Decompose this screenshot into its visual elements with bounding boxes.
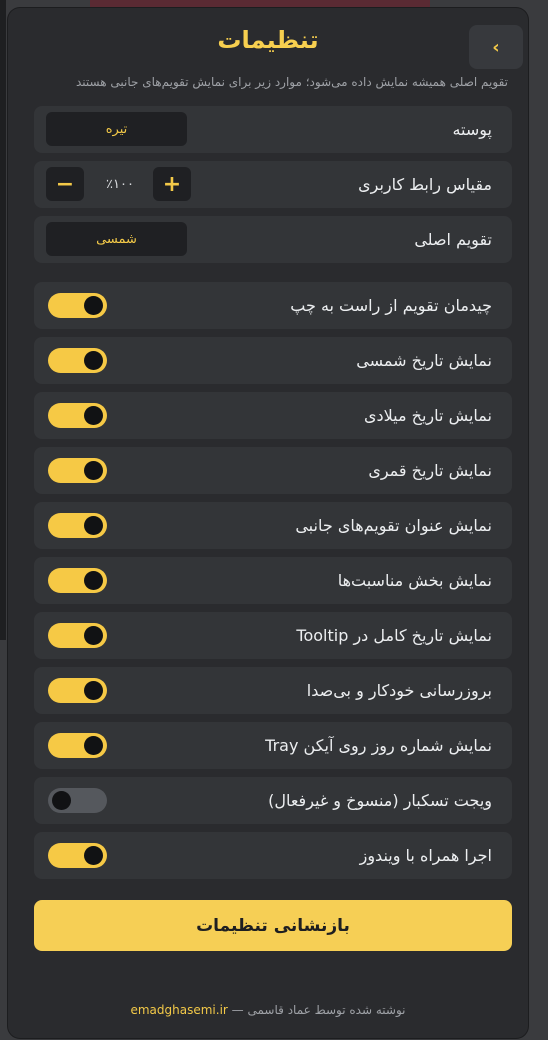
theme-select[interactable]: تیره	[46, 112, 187, 146]
side-calendar-titles-toggle[interactable]	[48, 513, 107, 538]
toggle-knob	[52, 791, 71, 810]
setting-label: نمایش شماره روز روی آیکن Tray	[265, 736, 492, 755]
tray-day-number-toggle[interactable]	[48, 733, 107, 758]
setting-row-tray-day-number: نمایش شماره روز روی آیکن Tray	[34, 722, 512, 769]
toggle-knob	[84, 681, 103, 700]
toggle-knob	[84, 626, 103, 645]
setting-label: اجرا همراه با ویندوز	[359, 846, 492, 865]
page-subtitle: تقویم اصلی همیشه نمایش داده می‌شود؛ موار…	[76, 75, 508, 89]
page-title: تنظیمات	[217, 26, 319, 54]
setting-label: نمایش تاریخ کامل در Tooltip	[296, 626, 492, 645]
footer-text: نوشته شده توسط عماد قاسمی —	[231, 1003, 406, 1017]
scale-value: ٪۱۰۰	[106, 177, 134, 192]
setting-label: نمایش تاریخ شمسی	[356, 351, 492, 370]
toggle-knob	[84, 736, 103, 755]
toggle-knob	[84, 406, 103, 425]
setting-label: چیدمان تقویم از راست به چپ	[290, 296, 492, 315]
setting-row-theme: پوسته تیره	[34, 106, 512, 153]
show-shamsi-toggle[interactable]	[48, 348, 107, 373]
setting-label: پوسته	[452, 120, 492, 139]
setting-label: نمایش تاریخ قمری	[368, 461, 492, 480]
setting-row-taskbar-widget: ویجت تسکبار (منسوخ و غیرفعال)	[34, 777, 512, 824]
author-website-link[interactable]: emadghasemi.ir	[130, 1003, 227, 1017]
settings-panel: ‹ تنظیمات تقویم اصلی همیشه نمایش داده می…	[8, 8, 528, 1038]
setting-row-show-hijri: نمایش تاریخ قمری	[34, 447, 512, 494]
setting-row-tooltip-date: نمایش تاریخ کامل در Tooltip	[34, 612, 512, 659]
tooltip-date-toggle[interactable]	[48, 623, 107, 648]
scale-increase-button[interactable]: +	[153, 167, 191, 201]
taskbar-widget-toggle[interactable]	[48, 788, 107, 813]
setting-label: ویجت تسکبار (منسوخ و غیرفعال)	[268, 791, 492, 810]
toggle-knob	[84, 351, 103, 370]
setting-row-scale: مقیاس رابط کاربری − ٪۱۰۰ +	[34, 161, 512, 208]
setting-label: نمایش تاریخ میلادی	[363, 406, 492, 425]
toggle-knob	[84, 296, 103, 315]
setting-label: نمایش عنوان تقویم‌های جانبی	[295, 516, 492, 535]
main-calendar-select[interactable]: شمسی	[46, 222, 187, 256]
setting-row-show-gregorian: نمایش تاریخ میلادی	[34, 392, 512, 439]
setting-row-show-shamsi: نمایش تاریخ شمسی	[34, 337, 512, 384]
auto-update-toggle[interactable]	[48, 678, 107, 703]
setting-label: بروزرسانی خودکار و بی‌صدا	[306, 681, 492, 700]
setting-label: تقویم اصلی	[414, 230, 492, 249]
toggle-knob	[84, 516, 103, 535]
show-gregorian-toggle[interactable]	[48, 403, 107, 428]
footer-credit: نوشته شده توسط عماد قاسمی — emadghasemi.…	[8, 1003, 528, 1017]
scale-decrease-button[interactable]: −	[46, 167, 84, 201]
run-on-startup-toggle[interactable]	[48, 843, 107, 868]
occasions-toggle[interactable]	[48, 568, 107, 593]
toggle-knob	[84, 461, 103, 480]
setting-label: مقیاس رابط کاربری	[358, 175, 492, 194]
setting-row-rtl-layout: چیدمان تقویم از راست به چپ	[34, 282, 512, 329]
setting-row-auto-update: بروزرسانی خودکار و بی‌صدا	[34, 667, 512, 714]
toggle-knob	[84, 571, 103, 590]
setting-row-side-calendar-titles: نمایش عنوان تقویم‌های جانبی	[34, 502, 512, 549]
setting-row-run-on-startup: اجرا همراه با ویندوز	[34, 832, 512, 879]
setting-row-main-calendar: تقویم اصلی شمسی	[34, 216, 512, 263]
background-window-edge	[0, 0, 6, 640]
toggle-knob	[84, 846, 103, 865]
setting-row-occasions: نمایش بخش مناسبت‌ها	[34, 557, 512, 604]
reset-settings-button[interactable]: بازنشانی تنظیمات	[34, 900, 512, 951]
rtl-layout-toggle[interactable]	[48, 293, 107, 318]
show-hijri-toggle[interactable]	[48, 458, 107, 483]
setting-label: نمایش بخش مناسبت‌ها	[337, 571, 492, 590]
